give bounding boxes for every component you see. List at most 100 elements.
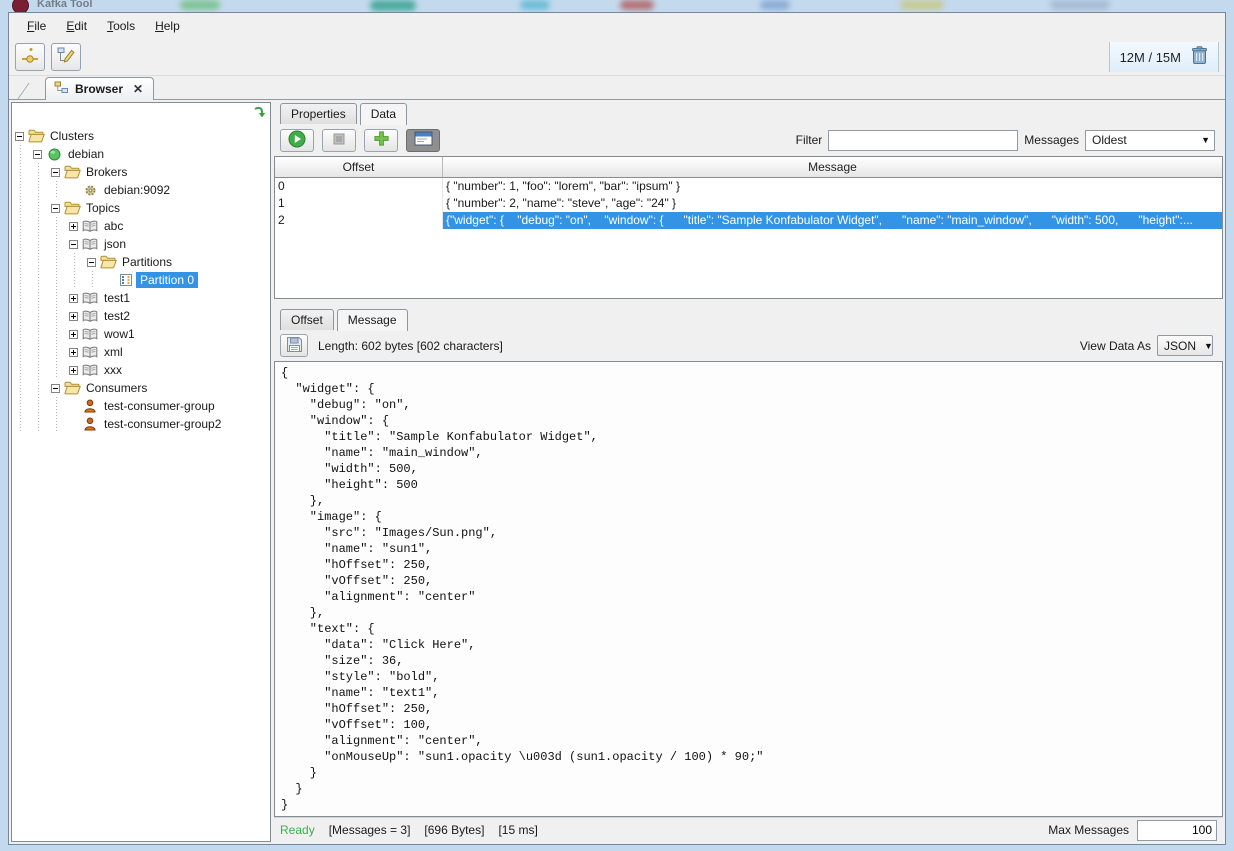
expand-node-icon[interactable] xyxy=(66,343,80,361)
cell-offset: 2 xyxy=(275,212,443,229)
person-icon xyxy=(80,415,100,433)
tree-guide-line xyxy=(30,307,48,325)
close-tab-icon[interactable]: ✕ xyxy=(133,82,143,96)
browser-tab-icon xyxy=(54,81,69,97)
messages-order-dropdown[interactable]: Oldest ▼ xyxy=(1085,130,1215,151)
tree-item-abc[interactable]: abc xyxy=(12,217,270,235)
stop-icon xyxy=(331,131,347,150)
tree-item-brokers[interactable]: Brokers xyxy=(12,163,270,181)
garbage-collect-button[interactable] xyxy=(1191,46,1208,68)
tree-item-wow1[interactable]: wow1 xyxy=(12,325,270,343)
tree-guide-line xyxy=(30,181,48,199)
table-row-offset-1[interactable]: 1{ "number": 2, "name": "steve", "age": … xyxy=(275,195,1222,212)
expand-node-icon[interactable] xyxy=(66,307,80,325)
tree-guide-line xyxy=(84,271,102,289)
panel-splitter[interactable] xyxy=(274,299,1223,308)
tree-item-clusters[interactable]: Clusters xyxy=(12,127,270,145)
status-green-icon xyxy=(44,145,64,163)
tree-item-label: debian:9092 xyxy=(100,182,174,198)
collapse-node-icon[interactable] xyxy=(48,379,62,397)
tree-guide-line xyxy=(12,199,30,217)
topic-icon xyxy=(80,235,100,253)
collapse-node-icon[interactable] xyxy=(48,163,62,181)
collapse-node-icon[interactable] xyxy=(30,145,44,163)
tree-guide-line xyxy=(12,415,30,433)
tree-item-test1[interactable]: test1 xyxy=(12,289,270,307)
tree-item-label: test-consumer-group xyxy=(100,398,219,414)
menu-file[interactable]: File xyxy=(17,15,56,37)
tree-item-label: json xyxy=(100,236,130,252)
filter-controls: Filter Messages Oldest ▼ xyxy=(796,130,1219,151)
tree-guide-line xyxy=(66,253,84,271)
tree-item-label: abc xyxy=(100,218,127,234)
cluster-tree-panel: ClustersdebianBrokers debian:9092Topicsab… xyxy=(11,102,271,842)
menu-tools[interactable]: Tools xyxy=(97,15,145,37)
tree-item-consumers[interactable]: Consumers xyxy=(12,379,270,397)
tree-item-test-consumer-group[interactable]: test-consumer-group xyxy=(12,397,270,415)
tree-item-xxx[interactable]: xxx xyxy=(12,361,270,379)
expand-node-icon[interactable] xyxy=(66,217,80,235)
connection-plus-icon xyxy=(20,46,40,69)
add-connection-button[interactable] xyxy=(15,43,45,71)
tree-guide-line xyxy=(12,145,30,163)
tab-data[interactable]: Data xyxy=(360,103,407,125)
tree-item-topics[interactable]: Topics xyxy=(12,199,270,217)
status-bar: Ready [Messages = 3] [696 Bytes] [15 ms]… xyxy=(274,817,1223,842)
detail-tabs: Offset Message xyxy=(274,308,1223,330)
menu-help[interactable]: Help xyxy=(145,15,190,37)
tab-message[interactable]: Message xyxy=(337,309,408,331)
play-button[interactable] xyxy=(280,129,314,152)
menu-edit[interactable]: Edit xyxy=(56,15,97,37)
collapse-node-icon[interactable] xyxy=(84,253,98,271)
tree-item-partitions[interactable]: Partitions xyxy=(12,253,270,271)
toggle-detail-panel-button[interactable] xyxy=(406,129,440,152)
tree-item-debian[interactable]: debian xyxy=(12,145,270,163)
filter-label: Filter xyxy=(796,133,823,147)
tree-guide-line xyxy=(48,217,66,235)
stop-button[interactable] xyxy=(322,129,356,152)
main-toolbar: 12M / 15M xyxy=(9,39,1225,76)
filter-input[interactable] xyxy=(828,130,1018,151)
tree-item-xml[interactable]: xml xyxy=(12,343,270,361)
column-header-message[interactable]: Message xyxy=(443,157,1222,177)
expander-spacer xyxy=(66,397,80,415)
tree-guide-line xyxy=(12,217,30,235)
collapse-node-icon[interactable] xyxy=(48,199,62,217)
tree-item-test-consumer-group2[interactable]: test-consumer-group2 xyxy=(12,415,270,433)
topic-icon xyxy=(80,325,100,343)
tree-item-debian-9092[interactable]: debian:9092 xyxy=(12,181,270,199)
message-content-viewer[interactable]: { "widget": { "debug": "on", "window": {… xyxy=(274,361,1223,817)
tree-guide-line xyxy=(12,379,30,397)
trash-icon xyxy=(1191,46,1208,68)
partition-icon xyxy=(116,271,136,289)
expand-node-icon[interactable] xyxy=(66,289,80,307)
table-row-offset-2[interactable]: 2{"widget": { "debug": "on", "window": {… xyxy=(275,212,1222,229)
cell-message: {"widget": { "debug": "on", "window": { … xyxy=(443,212,1222,229)
tree-item-label: Brokers xyxy=(82,164,131,180)
tree-guide-line xyxy=(66,271,84,289)
save-message-button[interactable] xyxy=(280,334,308,357)
expand-node-icon[interactable] xyxy=(66,325,80,343)
table-row-offset-0[interactable]: 0{ "number": 1, "foo": "lorem", "bar": "… xyxy=(275,178,1222,195)
gear-icon xyxy=(80,181,100,199)
tree-guide-line xyxy=(30,235,48,253)
add-message-button[interactable] xyxy=(364,129,398,152)
tab-offset[interactable]: Offset xyxy=(280,309,334,330)
collapse-node-icon[interactable] xyxy=(66,235,80,253)
expand-node-icon[interactable] xyxy=(66,361,80,379)
view-data-as-dropdown[interactable]: JSON ▼ xyxy=(1157,335,1213,356)
tree-item-label: test2 xyxy=(100,308,134,324)
tree-item-label: Partitions xyxy=(118,254,176,270)
max-messages-input[interactable] xyxy=(1137,820,1217,841)
column-header-offset[interactable]: Offset xyxy=(275,157,443,177)
tree-item-test2[interactable]: test2 xyxy=(12,307,270,325)
edit-tree-button[interactable] xyxy=(51,43,81,71)
topic-icon xyxy=(80,289,100,307)
tab-properties[interactable]: Properties xyxy=(280,103,357,124)
tree-item-json[interactable]: json xyxy=(12,235,270,253)
tree-item-partition-0[interactable]: Partition 0 xyxy=(12,271,270,289)
collapse-node-icon[interactable] xyxy=(12,127,26,145)
tab-browser[interactable]: Browser ✕ xyxy=(45,77,154,100)
collapse-all-icon[interactable] xyxy=(252,105,266,123)
status-ready: Ready xyxy=(280,823,315,837)
